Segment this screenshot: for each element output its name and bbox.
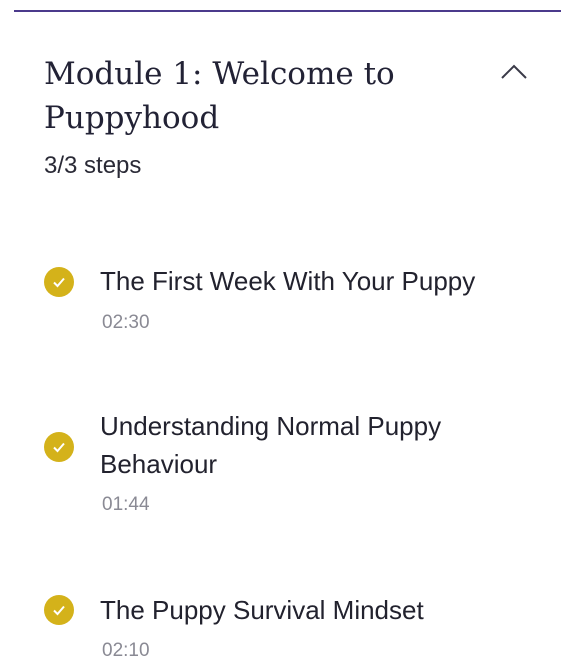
module-header[interactable]: Module 1: Welcome to Puppyhood xyxy=(44,52,527,140)
top-divider xyxy=(14,10,561,12)
check-icon xyxy=(44,432,74,462)
chevron-up-icon xyxy=(501,64,527,79)
step-count: 3/3 steps xyxy=(44,152,142,179)
check-icon xyxy=(44,267,74,297)
lesson-title: The Puppy Survival Mindset xyxy=(100,595,424,625)
check-icon xyxy=(44,595,74,625)
lesson-item[interactable]: The Puppy Survival Mindset 02:10 xyxy=(44,591,524,661)
lesson-duration: 02:30 xyxy=(102,312,150,333)
lesson-item[interactable]: Understanding Normal Puppy Behaviour 01:… xyxy=(44,407,524,519)
lesson-duration: 01:44 xyxy=(102,494,150,515)
lesson-title: The First Week With Your Puppy xyxy=(100,266,476,296)
module-title: Module 1: Welcome to Puppyhood xyxy=(44,56,395,136)
collapse-toggle-button[interactable] xyxy=(498,60,530,84)
lesson-title: Understanding Normal Puppy Behaviour xyxy=(100,411,442,479)
lesson-item[interactable]: The First Week With Your Puppy 02:30 xyxy=(44,262,524,342)
lesson-duration: 02:10 xyxy=(102,640,150,661)
